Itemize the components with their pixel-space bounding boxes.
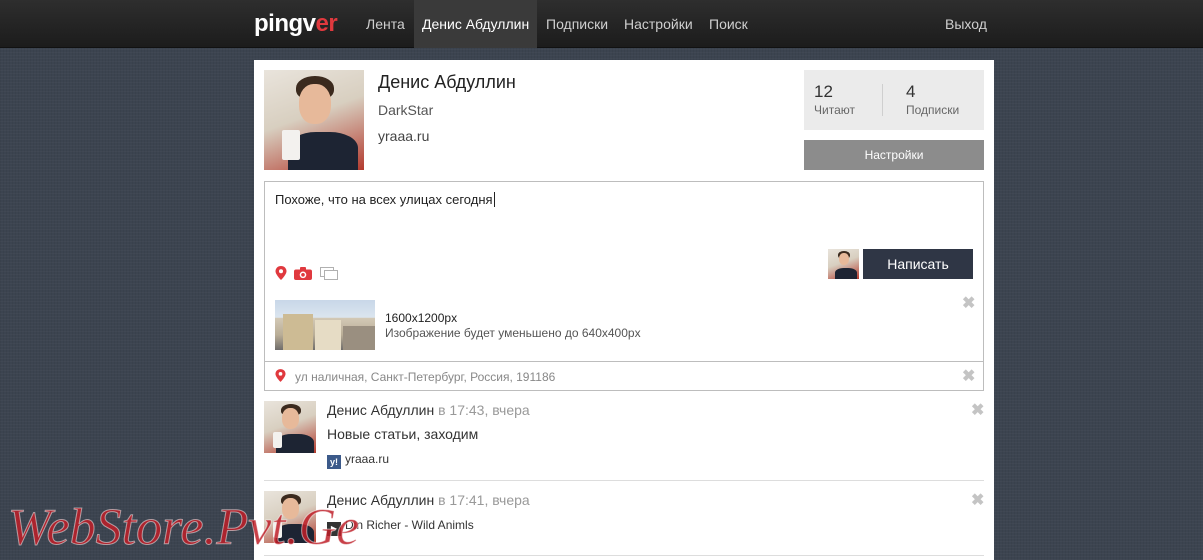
top-navigation-bar: pingver Лента Денис Абдуллин Подписки На…	[0, 0, 1203, 48]
post-audio-title[interactable]: Din Richer - Wild Animls	[345, 518, 474, 532]
site-favicon-icon: y!	[327, 455, 341, 469]
attachment-thumbnail	[275, 300, 375, 350]
post-author-name[interactable]: Денис Абдуллин	[327, 402, 434, 418]
followers-count[interactable]: 12	[814, 82, 833, 102]
location-attachment: ул наличная, Санкт-Петербург, Россия, 19…	[264, 361, 984, 391]
post-link-text[interactable]: yraaa.ru	[345, 452, 389, 466]
post-link[interactable]: y! yraaa.ru	[327, 452, 389, 469]
text-caret	[493, 192, 495, 207]
post-composer[interactable]: Похоже, что на всех улицах сегодня Напис…	[264, 181, 984, 291]
post-author-avatar[interactable]	[264, 401, 316, 453]
following-count[interactable]: 4	[906, 82, 915, 102]
remove-location-icon[interactable]: ✖	[962, 369, 975, 385]
map-pin-icon[interactable]	[275, 266, 287, 280]
stats-divider	[882, 84, 883, 116]
feed-post: Денис Абдуллин в 17:43, вчера Новые стат…	[264, 400, 984, 481]
composer-avatar	[828, 249, 859, 279]
attachment-note: Изображение будет уменьшено до 640x400px	[385, 326, 641, 340]
submit-post-button[interactable]: Написать	[863, 249, 973, 279]
gallery-icon[interactable]	[320, 267, 338, 280]
post-header: Денис Абдуллин в 17:43, вчера	[327, 402, 530, 418]
settings-button[interactable]: Настройки	[804, 140, 984, 170]
post-timestamp[interactable]: в 17:41, вчера	[438, 492, 530, 508]
profile-card: Денис Абдуллин DarkStar yraaa.ru 12 Чита…	[254, 60, 994, 560]
followers-label[interactable]: Читают	[814, 103, 855, 117]
profile-avatar[interactable]	[264, 70, 364, 170]
image-attachment: 1600x1200px Изображение будет уменьшено …	[264, 290, 984, 362]
following-label[interactable]: Подписки	[906, 103, 959, 117]
nav-feed[interactable]: Лента	[358, 0, 413, 48]
logo-main-text: pingv	[254, 10, 316, 37]
nav-settings[interactable]: Настройки	[616, 0, 701, 48]
logo-accent-text: er	[315, 10, 338, 37]
nav-search[interactable]: Поиск	[701, 0, 756, 48]
profile-website-link[interactable]: yraaa.ru	[378, 128, 429, 144]
post-text: Новые статьи, заходим	[327, 426, 479, 442]
profile-stats: 12 Читают 4 Подписки	[804, 70, 984, 130]
location-pin-icon	[275, 369, 286, 382]
post-textarea-value: Похоже, что на всех улицах сегодня	[275, 192, 493, 207]
delete-post-icon[interactable]: ✖	[971, 493, 984, 509]
watermark: WebStore.Pvt.Ge	[7, 499, 360, 557]
remove-attachment-icon[interactable]: ✖	[962, 296, 975, 312]
camera-icon[interactable]	[294, 267, 312, 280]
delete-post-icon[interactable]: ✖	[971, 403, 984, 419]
profile-login: DarkStar	[378, 102, 434, 118]
post-timestamp[interactable]: в 17:43, вчера	[438, 402, 530, 418]
pingver-logo[interactable]: pingver	[254, 10, 338, 38]
nav-subscriptions[interactable]: Подписки	[538, 0, 616, 48]
nav-profile[interactable]: Денис Абдуллин	[414, 0, 538, 48]
post-textarea[interactable]: Похоже, что на всех улицах сегодня	[275, 192, 495, 207]
location-address: ул наличная, Санкт-Петербург, Россия, 19…	[295, 370, 556, 384]
feed-post: Денис Абдуллин в 17:41, вчера ▶ Din Riche…	[264, 490, 984, 556]
attachment-size: 1600x1200px	[385, 311, 458, 325]
profile-name: Денис Абдуллин	[378, 72, 516, 92]
logout-link[interactable]: Выход	[937, 0, 995, 48]
